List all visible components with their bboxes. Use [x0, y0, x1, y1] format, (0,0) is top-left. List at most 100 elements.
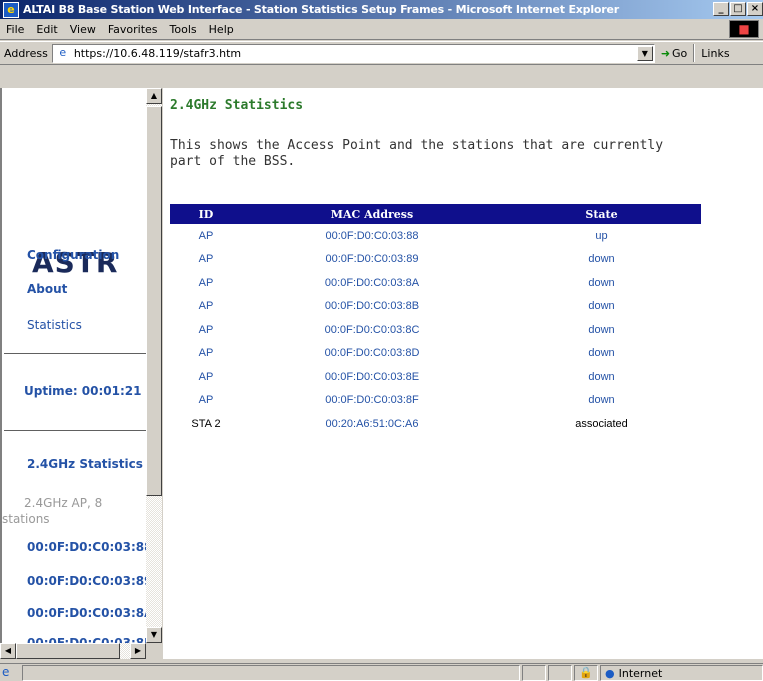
- table-header-row: ID MAC Address State: [170, 204, 701, 224]
- menu-favorites[interactable]: Favorites: [102, 23, 164, 36]
- security-zone: ● Internet: [600, 665, 763, 681]
- link-ap-88[interactable]: 00:0F:D0:C0:03:88: [27, 540, 146, 554]
- cell-id: AP: [198, 253, 214, 266]
- address-dropdown-button[interactable]: ▼: [636, 45, 653, 61]
- menu-edit[interactable]: Edit: [30, 23, 63, 36]
- table-row: STA 2 00:20:A6:51:0C:A6 associated: [170, 412, 701, 436]
- menu-help[interactable]: Help: [203, 23, 240, 36]
- cell-id: AP: [198, 347, 214, 360]
- ap-station-count-cont: stations: [2, 512, 50, 526]
- cell-state: down: [588, 276, 615, 289]
- column-header-mac: MAC Address: [242, 204, 502, 224]
- h-scroll-thumb[interactable]: [16, 643, 120, 659]
- column-header-id: ID: [170, 204, 242, 224]
- go-button[interactable]: ➜ Go: [661, 47, 687, 60]
- link-24ghz-statistics[interactable]: 2.4GHz Statistics: [27, 457, 143, 471]
- scroll-up-icon[interactable]: ▲: [146, 88, 162, 104]
- uptime-display: Uptime: 00:01:21: [24, 384, 142, 398]
- cell-mac: 00:20:A6:51:0C:A6: [325, 417, 419, 430]
- content-frame: 2.4GHz Statistics This shows the Access …: [163, 88, 763, 659]
- cell-state: down: [588, 253, 615, 266]
- page-title: 2.4GHz Statistics: [170, 98, 304, 113]
- cell-id: AP: [198, 323, 214, 336]
- table-row: AP 00:0F:D0:C0:03:8E down: [170, 365, 701, 389]
- scroll-left-icon[interactable]: ◀: [0, 643, 16, 659]
- divider: [4, 353, 146, 354]
- cell-state: up: [595, 229, 608, 242]
- cell-mac: 00:0F:D0:C0:03:8F: [325, 394, 419, 407]
- table-row: AP 00:0F:D0:C0:03:8C down: [170, 318, 701, 342]
- table-row: AP 00:0F:D0:C0:03:89 down: [170, 248, 701, 272]
- table-row: AP 00:0F:D0:C0:03:88 up: [170, 224, 701, 248]
- cell-state: down: [588, 394, 615, 407]
- table-row: AP 00:0F:D0:C0:03:8A down: [170, 271, 701, 295]
- menu-view[interactable]: View: [64, 23, 102, 36]
- page-description: This shows the Access Point and the stat…: [170, 138, 664, 169]
- lock-icon: 🔒: [574, 665, 598, 681]
- status-text-pane: [22, 665, 520, 681]
- ap-station-count: 2.4GHz AP, 8: [24, 496, 103, 510]
- address-url: https://10.6.48.119/stafr3.htm: [73, 46, 242, 60]
- link-ap-8a[interactable]: 00:0F:D0:C0:03:8A: [27, 606, 146, 620]
- status-pane: [522, 665, 546, 681]
- nav-about[interactable]: About: [27, 282, 67, 296]
- nav-configuration[interactable]: Configuration: [27, 248, 119, 262]
- cell-mac: 00:0F:D0:C0:03:8C: [324, 323, 420, 336]
- cell-id: AP: [198, 370, 214, 383]
- title-bar: e ALTAI B8 Base Station Web Interface - …: [0, 0, 763, 19]
- cell-mac: 00:0F:D0:C0:03:89: [325, 253, 419, 266]
- nav-vertical-scrollbar[interactable]: ▲ ▼: [146, 88, 162, 643]
- cell-state: associated: [575, 417, 628, 430]
- cell-mac: 00:0F:D0:C0:03:8B: [324, 300, 420, 313]
- links-button[interactable]: Links: [701, 47, 729, 60]
- close-button[interactable]: ×: [747, 2, 763, 16]
- link-ap-89[interactable]: 00:0F:D0:C0:03:89: [27, 574, 146, 588]
- menu-file[interactable]: File: [0, 23, 30, 36]
- table-row: AP 00:0F:D0:C0:03:8D down: [170, 342, 701, 366]
- status-pane: [548, 665, 572, 681]
- scroll-right-icon[interactable]: ▶: [130, 643, 146, 659]
- cell-mac: 00:0F:D0:C0:03:88: [325, 229, 419, 242]
- cell-state: down: [588, 370, 615, 383]
- window-title: ALTAI B8 Base Station Web Interface - St…: [23, 3, 619, 16]
- navigation-frame: ASTR Configuration About Statistics Upti…: [0, 88, 146, 658]
- cell-state: down: [588, 323, 615, 336]
- statistics-table: ID MAC Address State AP 00:0F:D0:C0:03:8…: [170, 204, 701, 436]
- cell-id: STA 2: [191, 417, 221, 430]
- window-controls: _ □ ×: [712, 2, 763, 16]
- cell-state: down: [588, 347, 615, 360]
- globe-icon: ●: [605, 666, 615, 680]
- cell-mac: 00:0F:D0:C0:03:8D: [324, 347, 420, 360]
- cell-id: AP: [198, 394, 214, 407]
- divider: [4, 430, 146, 431]
- cell-id: AP: [198, 276, 214, 289]
- address-input[interactable]: e https://10.6.48.119/stafr3.htm ▼: [51, 43, 655, 63]
- ie-icon: e: [3, 1, 19, 18]
- table-row: AP 00:0F:D0:C0:03:8F down: [170, 389, 701, 413]
- nav-horizontal-scrollbar[interactable]: ◀ ▶: [0, 643, 146, 659]
- status-bar: e 🔒 ● Internet: [0, 663, 763, 681]
- cell-id: AP: [198, 300, 214, 313]
- nav-statistics[interactable]: Statistics: [27, 318, 82, 332]
- address-label: Address: [4, 46, 48, 60]
- scroll-down-icon[interactable]: ▼: [146, 627, 162, 643]
- cell-state: down: [588, 300, 615, 313]
- menu-tools[interactable]: Tools: [164, 23, 203, 36]
- cell-mac: 00:0F:D0:C0:03:8E: [324, 370, 420, 383]
- page-status-icon: e: [2, 665, 10, 679]
- cell-mac: 00:0F:D0:C0:03:8A: [324, 276, 420, 289]
- zone-label: Internet: [618, 666, 663, 680]
- menu-bar: File Edit View Favorites Tools Help ■: [0, 19, 763, 40]
- minimize-button[interactable]: _: [713, 2, 729, 16]
- column-header-state: State: [502, 204, 701, 224]
- scroll-thumb[interactable]: [146, 106, 162, 496]
- go-arrow-icon: ➜: [660, 46, 671, 60]
- page-icon: e: [59, 46, 67, 59]
- toolbar-divider: [693, 44, 696, 62]
- address-bar: Address e https://10.6.48.119/stafr3.htm…: [0, 41, 763, 65]
- windows-logo-icon: ■: [729, 20, 759, 38]
- table-row: AP 00:0F:D0:C0:03:8B down: [170, 295, 701, 319]
- go-label: Go: [672, 46, 688, 60]
- maximize-button[interactable]: □: [730, 2, 746, 16]
- cell-id: AP: [198, 229, 214, 242]
